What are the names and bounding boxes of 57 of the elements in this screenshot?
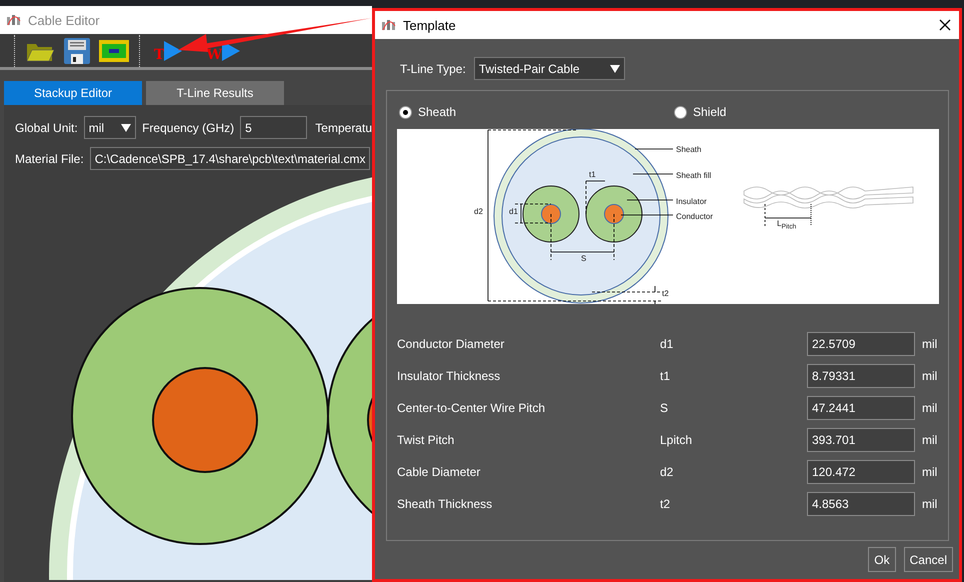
parameter-input[interactable]: 8.79331 — [807, 364, 915, 388]
radio-option[interactable]: Sheath — [399, 105, 674, 119]
app-icon — [6, 13, 22, 27]
unit-label: mil — [921, 369, 938, 383]
dialog-title: Template — [403, 18, 456, 32]
parameter-symbol: S — [660, 401, 670, 415]
unit-label: mil — [921, 465, 938, 479]
diagram-label: Insulator — [676, 197, 707, 206]
parameter-name: Cable Diameter — [397, 465, 482, 479]
save-button[interactable] — [61, 36, 93, 66]
diagram-label: d1 — [509, 207, 518, 216]
diagram-label: L$_{Pitch}$ — [777, 219, 796, 231]
diagram-label: Conductor — [676, 212, 713, 221]
field-label: T-Line Type: — [400, 62, 466, 76]
parameter-symbol: Lpitch — [660, 433, 694, 447]
window-title: Cable Editor — [28, 12, 100, 28]
parameter-symbol: t2 — [660, 497, 672, 511]
dropdown-caret-icon — [610, 64, 620, 72]
diagram-label: S — [581, 254, 586, 263]
field-label: Temperatu — [315, 120, 372, 134]
frequency-field[interactable]: 5 — [240, 116, 308, 139]
tab[interactable]: T-Line Results — [146, 81, 284, 105]
parameter-input[interactable]: 120.472 — [807, 460, 915, 484]
parameter-input[interactable]: 4.8563 — [807, 492, 915, 516]
unit-label: mil — [921, 433, 938, 447]
unit-label: mil — [921, 497, 938, 511]
dropdown-caret-icon — [121, 124, 132, 132]
material-file-field[interactable]: C:\Cadence\SPB_17.4\share\pcb\text\material.cmx — [90, 147, 370, 170]
field-label: Material File: — [15, 152, 84, 166]
diagram-label: d2 — [474, 207, 483, 216]
unit-dropdown[interactable]: mil — [84, 116, 136, 139]
app-icon — [381, 18, 397, 32]
parameter-symbol: d2 — [660, 465, 674, 479]
dialog-button[interactable]: Cancel — [904, 547, 953, 572]
field-label: Global Unit: — [15, 120, 78, 134]
diagram-label: Sheath fill — [676, 171, 712, 180]
unit-label: mil — [921, 401, 938, 415]
unit-label: mil — [921, 337, 938, 351]
diagram-label: t1 — [589, 170, 596, 179]
tab[interactable]: Stackup Editor — [4, 81, 142, 105]
parameter-symbol: t1 — [660, 369, 672, 383]
parameter-name: Sheath Thickness — [397, 497, 494, 511]
diagram-label: t2 — [662, 289, 669, 298]
radio-option[interactable]: Shield — [674, 105, 874, 119]
parameter-input[interactable]: 47.2441 — [807, 396, 915, 420]
parameter-input[interactable]: 393.701 — [807, 428, 915, 452]
parameter-name: Twist Pitch — [397, 433, 456, 447]
diagram-label: Sheath — [676, 145, 702, 154]
parameter-name: Insulator Thickness — [397, 369, 502, 383]
t-line-type-dropdown[interactable]: Twisted-Pair Cable — [474, 57, 625, 80]
parameter-name: Conductor Diameter — [397, 337, 506, 351]
dialog-button[interactable]: Ok — [868, 547, 896, 572]
field-label: Frequency (GHz) — [142, 120, 234, 134]
parameter-input[interactable]: 22.5709 — [807, 332, 915, 356]
triangle-icon — [164, 40, 182, 60]
parameter-symbol: d1 — [660, 337, 674, 351]
parameter-name: Center-to-Center Wire Pitch — [397, 401, 546, 415]
